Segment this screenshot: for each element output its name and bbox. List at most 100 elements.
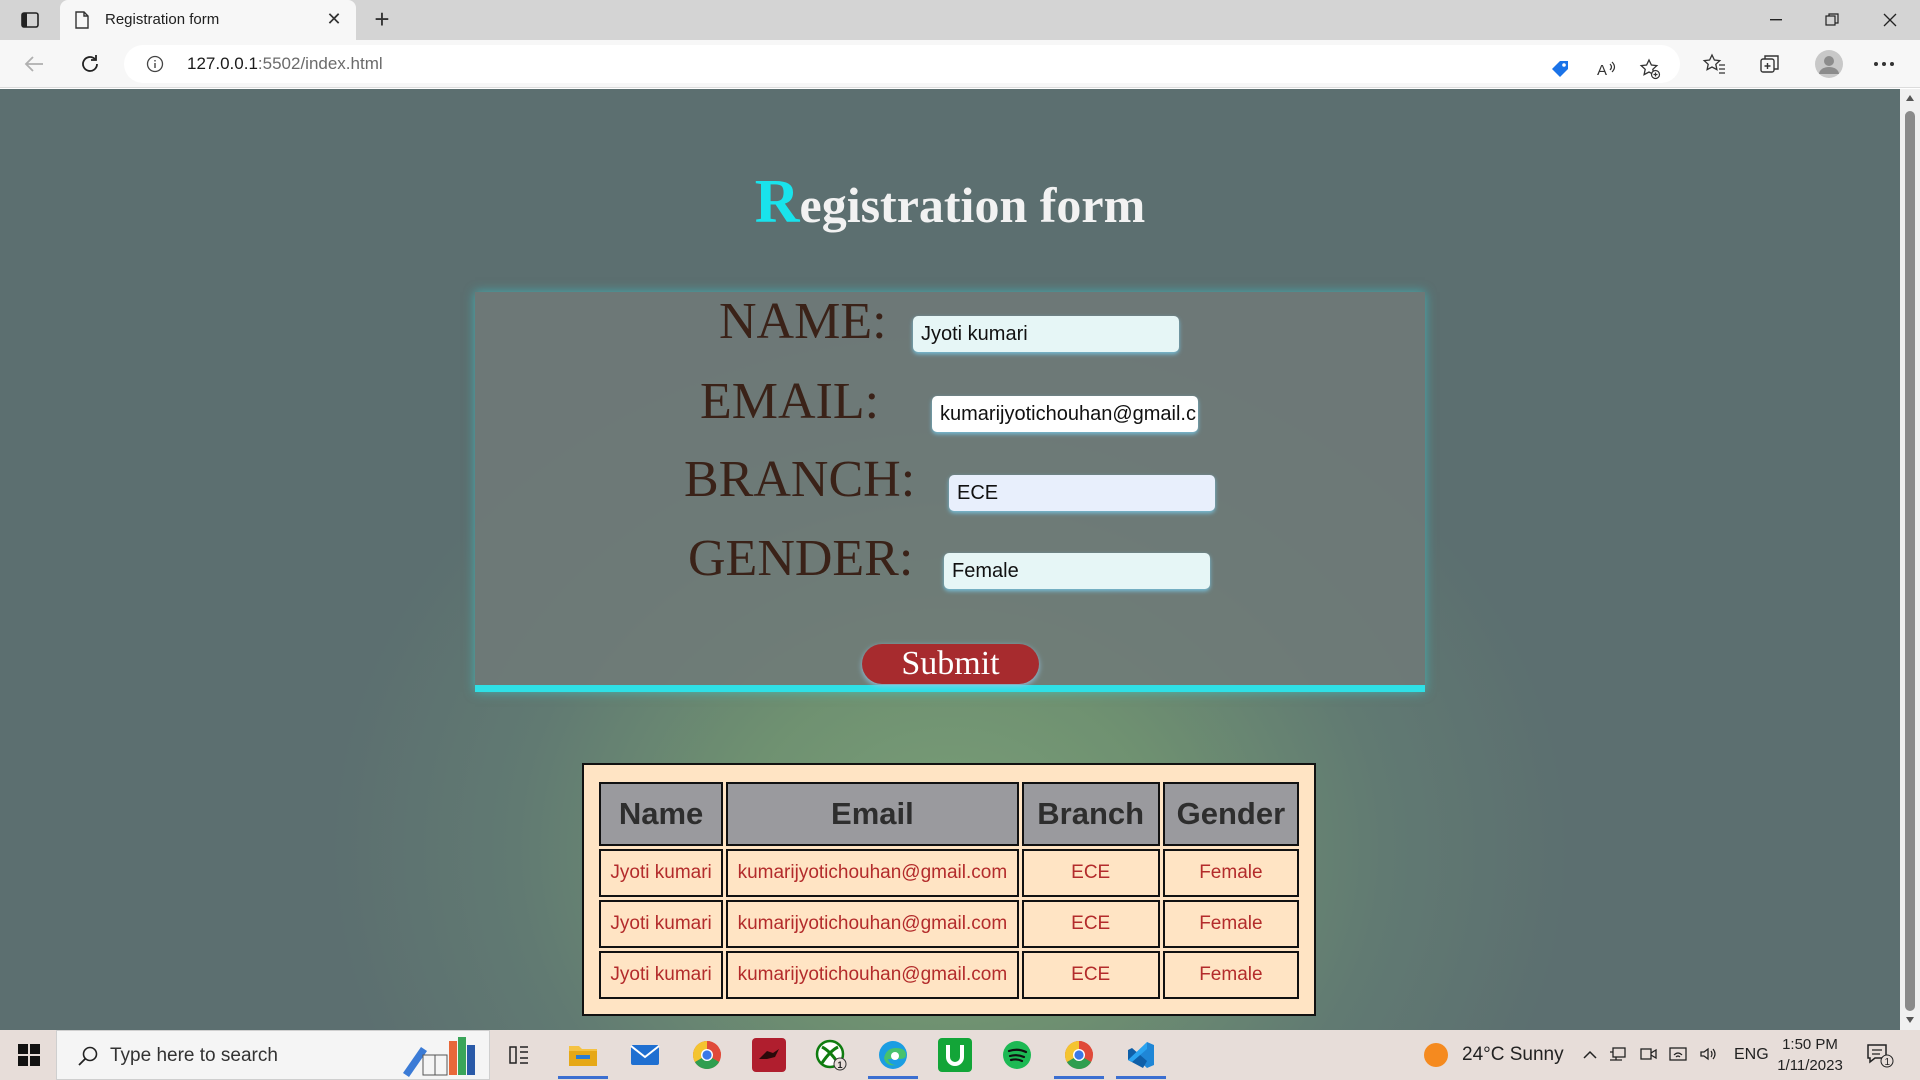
shopping-tag-icon[interactable] <box>1548 57 1572 81</box>
chrome-profile-icon[interactable] <box>1062 1038 1096 1072</box>
cell-gender: Female <box>1162 900 1299 948</box>
notification-count: 1 <box>1885 1057 1891 1068</box>
weather-sun-icon[interactable] <box>1424 1043 1448 1067</box>
notification-center-icon[interactable]: 1 <box>1866 1042 1894 1068</box>
branch-label: BRANCH: <box>684 451 916 508</box>
chrome-icon[interactable] <box>690 1038 724 1072</box>
gender-input[interactable]: Female <box>944 553 1210 589</box>
input-language[interactable]: ENG <box>1734 1046 1769 1064</box>
xbox-badge: 1 <box>838 1060 843 1070</box>
clock-time: 1:50 PM <box>1782 1036 1838 1053</box>
email-input[interactable]: kumarijyotichouhan@gmail.c <box>932 396 1198 432</box>
scroll-down-arrow-icon[interactable] <box>1906 1017 1914 1023</box>
file-explorer-icon[interactable] <box>566 1038 600 1072</box>
network-drive-icon[interactable] <box>1608 1044 1628 1064</box>
new-tab-button[interactable]: + <box>368 6 396 34</box>
volume-icon[interactable] <box>1698 1044 1718 1064</box>
scroll-up-arrow-icon[interactable] <box>1906 95 1914 101</box>
active-app-indicator <box>558 1076 608 1079</box>
cell-email: kumarijyotichouhan@gmail.com <box>726 849 1019 897</box>
heading-rest: egistration form <box>799 177 1146 233</box>
records-table: Name Email Branch Gender Jyoti kumari ku… <box>582 763 1316 1016</box>
registration-form: NAME: Jyoti kumari EMAIL: kumarijyoticho… <box>475 292 1425 692</box>
system-clock[interactable]: 1:50 PM 1/11/2023 <box>1770 1034 1850 1076</box>
mail-icon[interactable] <box>628 1038 662 1072</box>
xbox-icon[interactable]: 1 <box>814 1038 848 1072</box>
more-options-icon[interactable] <box>1872 52 1896 76</box>
page-heading: Registration form <box>0 167 1900 238</box>
table-row: Jyoti kumari kumarijyotichouhan@gmail.co… <box>599 849 1299 897</box>
task-view-icon[interactable] <box>502 1038 536 1072</box>
header-branch: Branch <box>1021 782 1160 846</box>
search-highlight-icon <box>397 1033 481 1079</box>
cell-email: kumarijyotichouhan@gmail.com <box>726 900 1019 948</box>
url-field[interactable]: 127.0.0.1:5502/index.html A <box>124 45 1680 83</box>
red-app-icon[interactable] <box>752 1038 786 1072</box>
profile-avatar[interactable] <box>1814 49 1844 79</box>
cell-name: Jyoti kumari <box>599 900 724 948</box>
active-app-indicator <box>1116 1076 1166 1079</box>
cell-branch: ECE <box>1021 849 1160 897</box>
browser-tab[interactable]: Registration form ✕ <box>60 0 356 40</box>
clock-date: 1/11/2023 <box>1777 1057 1843 1074</box>
taskbar-search[interactable]: Type here to search <box>56 1030 490 1080</box>
edge-icon[interactable] <box>876 1038 910 1072</box>
weather-text[interactable]: 24°C Sunny <box>1462 1044 1564 1066</box>
cell-gender: Female <box>1162 849 1299 897</box>
address-bar: 127.0.0.1:5502/index.html A <box>0 40 1920 88</box>
records-grid: Name Email Branch Gender Jyoti kumari ku… <box>596 779 1302 1002</box>
restore-button[interactable] <box>1804 0 1860 40</box>
close-tab-icon[interactable]: ✕ <box>324 9 344 29</box>
cell-name: Jyoti kumari <box>599 849 724 897</box>
start-button[interactable] <box>18 1044 40 1066</box>
gender-label: GENDER: <box>688 530 914 587</box>
spotify-icon[interactable] <box>1000 1038 1034 1072</box>
active-app-indicator <box>1054 1076 1104 1079</box>
email-label: EMAIL: <box>700 373 880 430</box>
udemy-icon[interactable] <box>938 1038 972 1072</box>
windows-logo-tile <box>18 1044 28 1054</box>
header-gender: Gender <box>1162 782 1299 846</box>
cell-branch: ECE <box>1021 900 1160 948</box>
read-aloud-icon[interactable]: A <box>1594 57 1618 81</box>
show-hidden-icons-icon[interactable] <box>1580 1044 1600 1064</box>
reload-icon[interactable] <box>76 50 104 78</box>
scroll-thumb[interactable] <box>1905 111 1915 1011</box>
minimize-button[interactable] <box>1748 0 1804 40</box>
windows-logo-tile <box>18 1056 28 1066</box>
svg-text:A: A <box>1597 62 1607 79</box>
table-header-row: Name Email Branch Gender <box>599 782 1299 846</box>
tab-actions-icon[interactable] <box>20 10 40 30</box>
submit-button[interactable]: Submit <box>862 644 1039 684</box>
cell-gender: Female <box>1162 951 1299 999</box>
heading-initial: R <box>754 168 800 236</box>
tab-bar: Registration form ✕ + <box>0 0 1920 40</box>
meet-now-icon[interactable] <box>1638 1044 1658 1064</box>
collections-icon[interactable] <box>1758 52 1782 76</box>
table-row: Jyoti kumari kumarijyotichouhan@gmail.co… <box>599 951 1299 999</box>
url-host: 127.0.0.1 <box>187 54 258 73</box>
url-path: :5502/index.html <box>257 54 383 73</box>
header-name: Name <box>599 782 724 846</box>
cell-name: Jyoti kumari <box>599 951 724 999</box>
table-row: Jyoti kumari kumarijyotichouhan@gmail.co… <box>599 900 1299 948</box>
windows-logo-tile <box>30 1044 40 1054</box>
name-input[interactable]: Jyoti kumari <box>913 316 1179 352</box>
windows-logo-tile <box>30 1056 40 1066</box>
close-window-button[interactable] <box>1862 0 1918 40</box>
back-icon[interactable] <box>20 50 48 78</box>
search-icon <box>77 1045 99 1067</box>
favorites-icon[interactable] <box>1702 52 1726 76</box>
add-favorite-icon[interactable] <box>1638 57 1662 81</box>
search-placeholder: Type here to search <box>110 1045 278 1066</box>
vscode-icon[interactable] <box>1124 1038 1158 1072</box>
vertical-scrollbar[interactable] <box>1900 89 1920 1030</box>
tab-title: Registration form <box>105 11 220 28</box>
wifi-icon[interactable] <box>1668 1044 1688 1064</box>
taskbar: Type here to search 1 24°C Sunny ENG 1:5… <box>0 1030 1920 1080</box>
site-info-icon[interactable] <box>146 55 164 73</box>
page-viewport: Registration form NAME: Jyoti kumari EMA… <box>0 89 1900 1030</box>
active-app-indicator <box>868 1076 918 1079</box>
branch-input[interactable]: ECE <box>949 475 1215 511</box>
cell-branch: ECE <box>1021 951 1160 999</box>
